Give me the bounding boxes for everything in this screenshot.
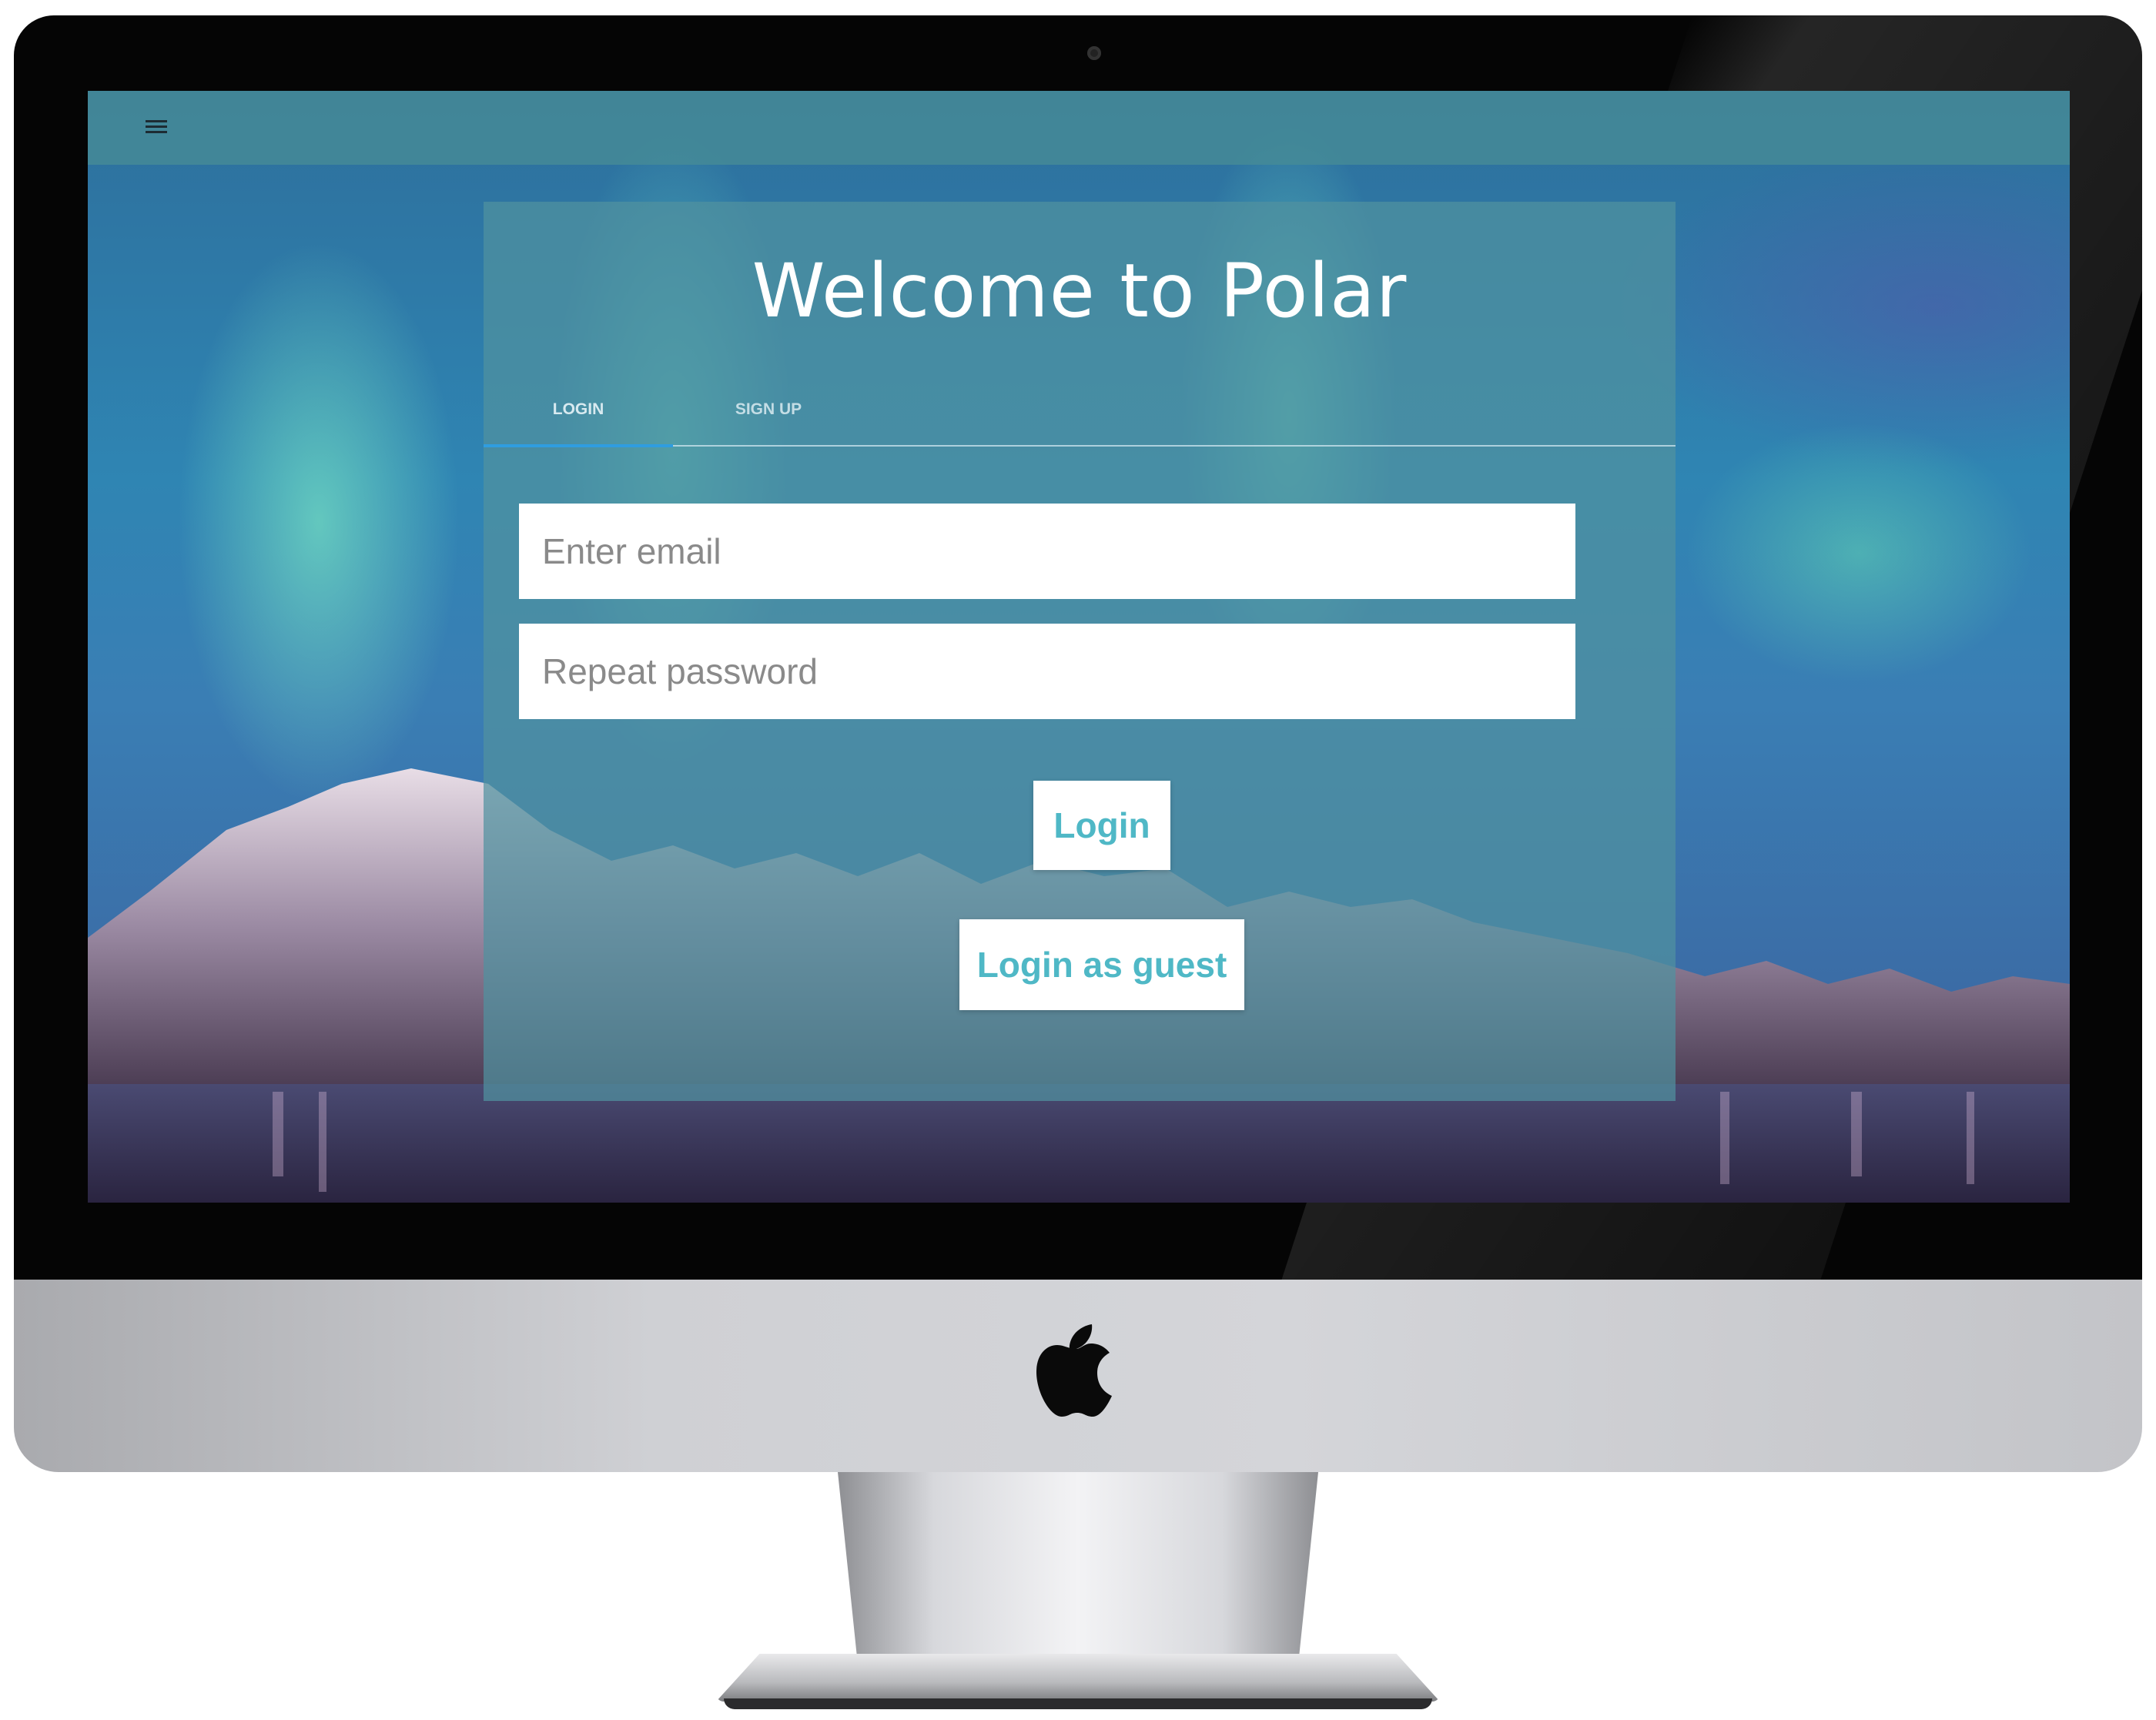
app-screen: Welcome to Polar LOGIN SIGN UP Login Log… [88,91,2070,1203]
stand-shadow [724,1698,1432,1709]
tab-sign-up[interactable]: SIGN UP [673,386,864,445]
login-button[interactable]: Login [1033,781,1170,870]
repeat-password-field[interactable] [519,624,1575,719]
hamburger-menu-icon[interactable] [143,117,169,139]
page-title: Welcome to Polar [752,248,1408,334]
apple-logo-icon [1036,1324,1112,1417]
lake [88,1084,2070,1203]
login-as-guest-button[interactable]: Login as guest [959,919,1244,1010]
app-top-bar [88,91,2070,165]
camera-icon [1087,46,1101,60]
tab-login[interactable]: LOGIN [484,386,673,445]
active-tab-indicator [484,444,673,447]
email-field[interactable] [519,504,1575,599]
monitor-stand-base [716,1654,1440,1702]
login-card: Welcome to Polar LOGIN SIGN UP Login Log… [484,202,1676,1101]
monitor-stand [838,1472,1318,1657]
auth-tabs: LOGIN SIGN UP [484,386,1676,447]
